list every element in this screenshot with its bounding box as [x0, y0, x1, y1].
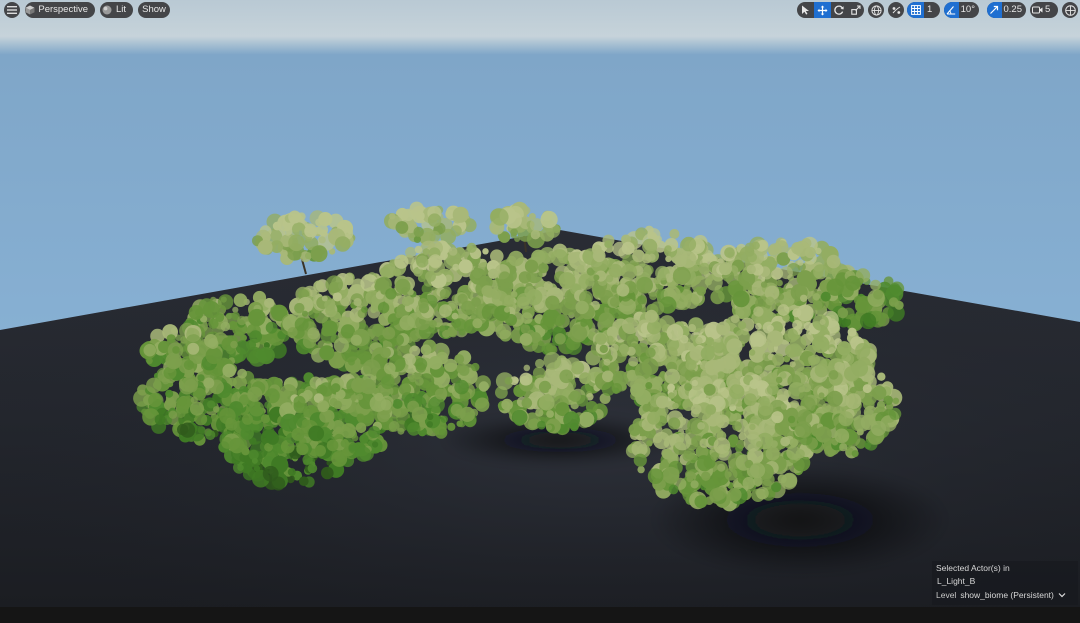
scale-snap-group: 0.25	[987, 2, 1026, 18]
scale-arrow-icon	[989, 5, 999, 15]
hamburger-icon	[4, 2, 20, 18]
show-button[interactable]: Show	[138, 2, 170, 18]
scale-snap-value[interactable]: 0.25	[1002, 2, 1027, 18]
chevron-down-icon	[1058, 589, 1066, 602]
selected-actor-info: Selected Actor(s) in L_Light_B Level sho…	[932, 561, 1078, 605]
grid-snap-toggle[interactable]	[907, 2, 924, 18]
level-selector[interactable]: Level show_biome (Persistent)	[936, 589, 1074, 602]
level-viewport[interactable]	[0, 0, 1080, 607]
lit-button[interactable]: Lit	[100, 2, 133, 18]
camera-icon	[1030, 2, 1045, 18]
show-label: Show	[142, 4, 166, 15]
camera-speed-button[interactable]: 5	[1030, 2, 1058, 18]
viewport-layout-button[interactable]	[1062, 2, 1078, 18]
cube-icon	[25, 2, 35, 18]
grid-snap-value[interactable]: 1	[924, 2, 938, 18]
lit-label: Lit	[115, 4, 126, 15]
select-tool-button[interactable]	[797, 2, 814, 18]
viewport-scene[interactable]	[0, 0, 1080, 607]
camera-speed-value: 5	[1045, 4, 1051, 15]
world-local-toggle[interactable]	[868, 2, 884, 18]
surface-snap-button[interactable]	[888, 2, 904, 18]
rotate-tool-button[interactable]	[831, 2, 847, 18]
rotation-snap-value[interactable]: 10°	[959, 2, 979, 18]
surface-snap-icon	[891, 5, 902, 16]
level-label: Level	[936, 590, 957, 600]
rotation-snap-group: 10°	[944, 2, 979, 18]
angle-icon	[946, 5, 956, 15]
move-arrows-icon	[817, 5, 828, 16]
sphere-icon	[100, 2, 115, 18]
viewport-menu-button[interactable]	[4, 2, 20, 18]
layout-grid-icon	[1064, 4, 1076, 16]
translate-tool-button[interactable]	[814, 2, 831, 18]
grid-snap-group: 1	[907, 2, 940, 18]
level-value: show_biome (Persistent)	[960, 590, 1054, 600]
cursor-arrow-icon	[801, 5, 810, 15]
rotation-snap-toggle[interactable]	[944, 2, 959, 18]
perspective-button[interactable]: Perspective	[25, 2, 95, 18]
selected-actor-heading: Selected Actor(s) in	[936, 563, 1010, 573]
scale-snap-toggle[interactable]	[987, 2, 1002, 18]
globe-icon	[870, 4, 882, 16]
scale-tool-button[interactable]	[847, 2, 864, 18]
rotate-icon	[834, 5, 844, 15]
scale-icon	[850, 5, 861, 15]
status-bar	[0, 607, 1080, 623]
transform-tools-group	[797, 2, 864, 18]
grid-icon	[910, 5, 921, 15]
perspective-label: Perspective	[38, 4, 88, 15]
selected-actor-name: L_Light_B	[937, 576, 976, 586]
